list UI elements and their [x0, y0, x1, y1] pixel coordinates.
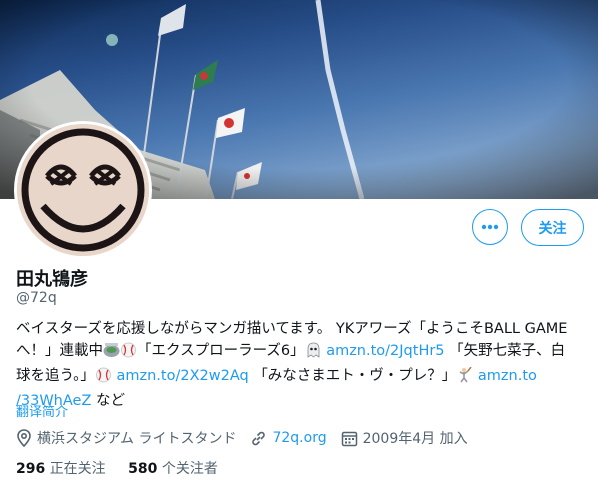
- bio-text: 「みなさまエト・ヴ・プレ？」: [253, 368, 457, 384]
- following-link[interactable]: 296 正在关注: [16, 461, 106, 477]
- followers-count: 580: [128, 461, 158, 477]
- follow-stats: 296 正在关注 580 个关注者: [16, 458, 236, 478]
- bio-text: 「矢野七菜子、白: [449, 343, 566, 359]
- joined-item: 2009年4月 加入: [341, 428, 468, 448]
- location-item: 横浜スタジアム ライトスタンド: [16, 428, 236, 448]
- bio-link[interactable]: amzn.to: [478, 368, 537, 384]
- website-item[interactable]: 72q.org: [250, 430, 327, 447]
- joined-text: 2009年4月 加入: [362, 431, 468, 447]
- baseball-emoji-icon: [95, 367, 112, 390]
- bio-link[interactable]: amzn.to/2JqtHr5: [326, 343, 444, 359]
- avatar[interactable]: [14, 121, 152, 259]
- bio-text: ベイスターズを応援しながらマンガ描いてます。 YKアワーズ「ようこそBALL G…: [16, 321, 568, 337]
- followers-link[interactable]: 580 个关注者: [128, 461, 218, 477]
- avatar-image: [17, 124, 149, 256]
- profile-bio: ベイスターズを応援しながらマンガ描いてます。 YKアワーズ「ようこそBALL G…: [16, 318, 586, 412]
- stadium-emoji-icon: [103, 342, 120, 365]
- batter-emoji-icon: [456, 366, 473, 390]
- bio-text: へ！」連載中: [16, 343, 103, 359]
- translate-bio-link[interactable]: 翻译简介: [16, 401, 68, 420]
- calendar-icon: [341, 431, 357, 446]
- baseball-emoji-icon: [120, 342, 137, 365]
- location-text: 横浜スタジアム ライトスタンド: [37, 431, 237, 447]
- following-label: 正在关注: [49, 461, 106, 477]
- following-count: 296: [16, 461, 46, 477]
- user-handle: @72q: [16, 290, 57, 306]
- link-icon: [252, 431, 266, 445]
- followers-label: 个关注者: [161, 461, 218, 477]
- more-icon: [481, 224, 499, 230]
- bio-text: 球を追う。」: [16, 368, 95, 384]
- display-name: 田丸鴇彦: [16, 269, 88, 290]
- ghost-emoji-icon: [305, 342, 322, 365]
- website-link[interactable]: 72q.org: [272, 430, 326, 446]
- follow-button[interactable]: 关注: [521, 209, 584, 246]
- bio-text: 「エクスプローラーズ6」: [137, 343, 305, 359]
- bio-text: など: [96, 393, 125, 409]
- profile-meta: 横浜スタジアム ライトスタンド 72q.org 2009年4月 加入: [16, 428, 482, 448]
- location-icon: [17, 429, 31, 447]
- bio-link[interactable]: amzn.to/2X2w2Aq: [117, 368, 249, 384]
- more-button[interactable]: [472, 209, 508, 245]
